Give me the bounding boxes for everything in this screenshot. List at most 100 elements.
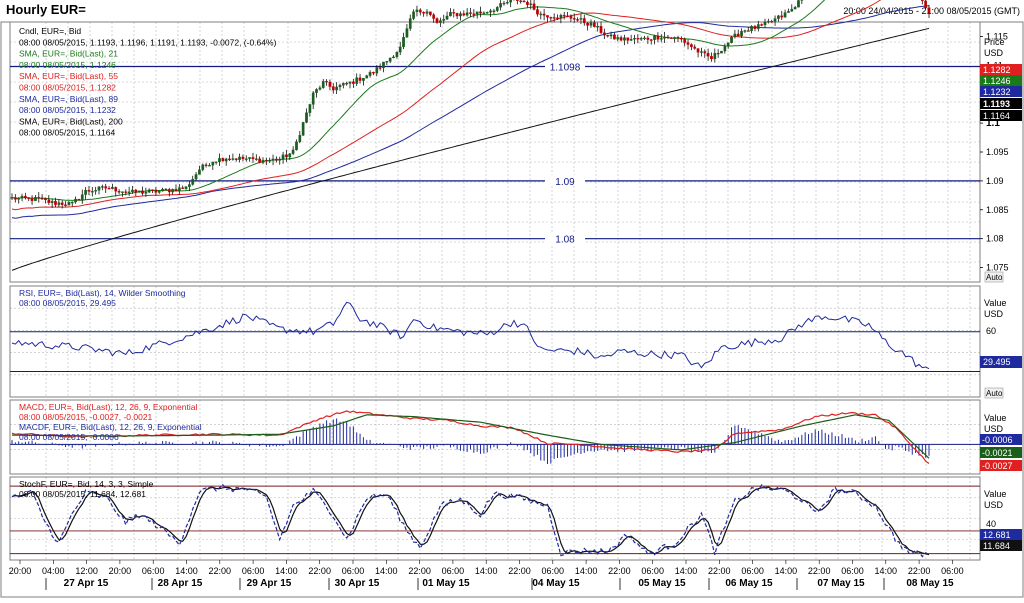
candle-body	[34, 197, 37, 201]
stoch-legend-line: 08:00 08/05/2015, 11.684, 12.681	[19, 489, 146, 499]
candle-body	[335, 86, 338, 91]
candle-body	[298, 135, 302, 142]
time-hour-label: 22:00	[708, 566, 731, 576]
candle-body	[439, 20, 442, 23]
candle-body	[552, 17, 556, 19]
time-day-label: 29 Apr 15	[247, 578, 292, 589]
candle-body	[710, 56, 713, 60]
candle-body	[746, 30, 750, 32]
candle-body	[596, 25, 600, 28]
candle-body	[211, 161, 215, 166]
rsi-axis-header: Value	[984, 298, 1006, 308]
candle-body	[348, 81, 352, 84]
time-day-label: 01 May 15	[422, 578, 470, 589]
candle-body	[606, 34, 610, 37]
candle-body	[17, 197, 21, 200]
candle-body	[777, 15, 780, 19]
time-hour-label: 14:00	[675, 566, 698, 576]
candle-body	[700, 51, 703, 53]
candle-body	[181, 187, 185, 189]
time-day-label: 07 May 15	[817, 578, 865, 589]
candle-body	[231, 158, 235, 160]
price-tick-label: 1.08	[986, 234, 1004, 244]
price-legend-line: 08:00 08/05/2015, 1.1164	[19, 128, 116, 138]
candle-body	[241, 156, 245, 159]
candle-body	[532, 3, 536, 10]
candle-body	[402, 37, 405, 48]
candle-body	[141, 190, 144, 194]
candle-body	[134, 189, 138, 193]
candle-body	[780, 15, 784, 18]
price-last-value-label: 1.1193	[983, 99, 1010, 109]
candle-body	[485, 12, 489, 14]
candle-body	[793, 7, 797, 10]
candle-body	[569, 16, 573, 19]
chart-title: Hourly EUR=	[6, 2, 86, 17]
horizontal-line-label: 1.1098	[550, 62, 581, 73]
candle-body	[54, 201, 57, 205]
candle-body	[435, 18, 439, 23]
candle-body	[84, 189, 87, 195]
candle-body	[254, 158, 258, 160]
time-hour-label: 20:00	[9, 566, 32, 576]
candle-body	[315, 89, 318, 93]
candle-body	[111, 187, 114, 189]
candle-body	[482, 12, 486, 14]
candle-body	[733, 33, 737, 38]
candle-body	[730, 36, 733, 43]
price-tick-label: 1.09	[986, 176, 1004, 186]
rsi-panel	[10, 301, 980, 373]
candle-body	[77, 198, 81, 201]
candle-body	[455, 13, 459, 17]
candle-body	[358, 77, 362, 81]
candle-body	[623, 37, 626, 41]
time-hour-label: 04:00	[42, 566, 65, 576]
candle-body	[592, 22, 596, 27]
candle-body	[398, 46, 402, 53]
panel-frame-price	[9, 21, 981, 283]
candle-body	[291, 149, 295, 154]
candle-body	[516, 0, 519, 1]
macd-legend-line: 08:00 08/05/2015, -0.0006	[19, 432, 119, 442]
candle-body	[13, 197, 17, 200]
candle-body	[408, 18, 412, 29]
candle-body	[609, 34, 613, 37]
price-legend-line: Cndl, EUR=, Bid	[19, 26, 81, 36]
candle-body	[412, 11, 415, 19]
candle-body	[613, 34, 616, 40]
price-axis-unit: USD	[984, 48, 1004, 58]
candle-body	[214, 161, 218, 164]
time-day-label: 04 May 15	[532, 578, 580, 589]
candle-body	[261, 159, 265, 163]
candle-body	[743, 30, 747, 32]
candle-body	[218, 158, 221, 163]
macd-legend-line: 08:00 08/05/2015, -0.0027, -0.0021	[19, 412, 153, 422]
candle-body	[177, 187, 181, 192]
macd-legend-line: MACDF, EUR=, Bid(Last), 12, 26, 9, Expon…	[19, 422, 202, 432]
candle-body	[566, 15, 569, 17]
candle-body	[275, 158, 278, 161]
panel-frame-rsi	[9, 285, 981, 398]
candle-body	[208, 165, 211, 167]
candle-body	[572, 18, 576, 20]
rsi-legend-line: RSI, EUR=, Bid(Last), 14, Wilder Smoothi…	[19, 288, 186, 298]
candle-body	[27, 197, 31, 200]
candle-body	[318, 87, 322, 90]
time-day-label: 27 Apr 15	[64, 578, 109, 589]
candle-body	[355, 77, 359, 84]
candle-body	[539, 13, 543, 16]
candle-body	[542, 13, 546, 16]
macd-last-value-label: -0.0006	[982, 435, 1013, 445]
candle-body	[258, 158, 262, 163]
candle-body	[301, 122, 305, 136]
price-last-value-label: 1.1246	[983, 76, 1011, 86]
rsi-last-value-label: 29.495	[983, 357, 1011, 367]
candle-body	[603, 32, 606, 36]
candle-body	[20, 195, 24, 198]
candle-body	[723, 45, 727, 52]
candle-body	[462, 13, 466, 16]
stoch-axis-header: Value	[984, 489, 1006, 499]
time-hour-label: 14:00	[775, 566, 798, 576]
stoch-k-line	[11, 483, 930, 558]
axes-layer: PriceUSD1.1151.111.1051.11.0951.091.0851…	[9, 31, 1022, 590]
